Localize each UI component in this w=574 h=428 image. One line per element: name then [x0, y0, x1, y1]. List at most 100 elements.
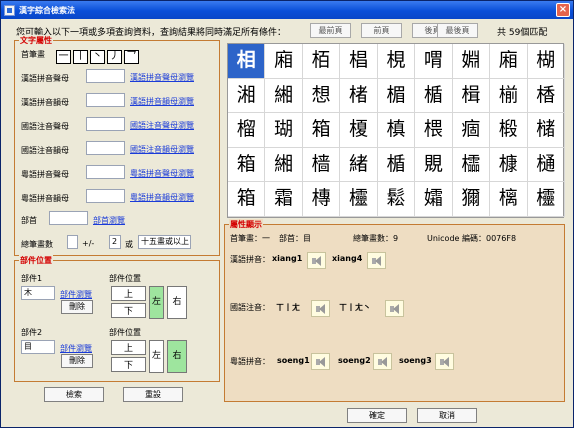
cancel-button[interactable]: 取消 [417, 408, 477, 423]
result-character-cell[interactable]: 孀 [415, 182, 453, 217]
component2-delete-button[interactable]: 刪除 [61, 354, 93, 368]
component1-bottom-button[interactable]: 下 [111, 303, 146, 318]
result-character-cell[interactable]: 婣 [452, 44, 491, 79]
cantonese-final-input[interactable] [86, 189, 125, 203]
result-character-cell[interactable]: 瑚 [265, 113, 303, 148]
result-character-cell[interactable]: 霜 [265, 182, 303, 217]
radical-browse-link[interactable]: 部首瀏覽 [93, 215, 125, 226]
result-character-cell[interactable]: 樆 [490, 182, 528, 217]
result-character-cell[interactable]: 梘 [377, 44, 416, 79]
first-page-button[interactable]: 最前頁 [310, 23, 351, 38]
component1-input[interactable]: 木 [21, 286, 55, 300]
component2-bottom-button[interactable]: 下 [111, 357, 146, 372]
result-character-cell[interactable]: 樯 [302, 147, 341, 183]
result-character-cell[interactable]: 楿 [527, 78, 565, 114]
result-character-cell[interactable]: 槺 [490, 147, 528, 183]
jyutping-2: soeng2 [338, 356, 371, 365]
result-character-cell[interactable]: 箱 [302, 113, 341, 148]
stroke-range-input[interactable]: 2 [109, 235, 121, 249]
result-character-cell[interactable]: 痼 [452, 113, 491, 148]
speaker-icon[interactable] [307, 252, 326, 269]
result-character-cell[interactable]: 喟 [415, 44, 453, 79]
result-character-cell[interactable]: 樋 [527, 147, 565, 183]
close-icon[interactable]: × [556, 3, 570, 17]
or-label: 或 [125, 240, 133, 249]
last-page-button[interactable]: 最後頁 [437, 23, 478, 38]
component1-top-button[interactable]: 上 [111, 286, 146, 301]
result-character-cell[interactable]: 楯 [415, 78, 453, 114]
result-character-cell[interactable]: 楯 [377, 147, 416, 183]
result-character-cell[interactable]: 獮 [452, 182, 491, 217]
stroke-dot-button[interactable]: 丶 [90, 50, 105, 64]
speaker-icon[interactable] [435, 353, 454, 370]
cantonese-initial-browse-link[interactable]: 粵語拼音聲母瀏覽 [130, 168, 194, 179]
fifteen-or-more-input[interactable]: 十五畫或以上 [138, 235, 191, 249]
result-character-cell[interactable]: 箱 [228, 147, 266, 183]
stroke-vertical-button[interactable]: 丨 [73, 50, 88, 64]
hanyu-initial-browse-link[interactable]: 漢語拼音聲母瀏覽 [130, 72, 194, 83]
result-character-cell[interactable]: 楜 [527, 44, 565, 79]
total-strokes-label: 總筆畫數 [21, 240, 53, 249]
result-character-cell[interactable]: 楫 [452, 78, 491, 114]
result-character-cell[interactable]: 榴 [228, 113, 266, 148]
ok-button[interactable]: 確定 [347, 408, 407, 423]
result-character-cell[interactable]: 椴 [490, 113, 528, 148]
stroke-turning-button[interactable]: 乛 [124, 50, 139, 64]
hanyu-final-input[interactable] [86, 93, 125, 107]
position1-label: 部件位置 [109, 274, 141, 283]
result-character-cell[interactable]: 湘 [228, 78, 266, 114]
component2-top-button[interactable]: 上 [111, 340, 146, 355]
result-character-cell[interactable]: 覞 [415, 147, 453, 183]
previous-page-button[interactable]: 前頁 [361, 23, 402, 38]
result-character-cell[interactable]: 欞 [527, 182, 565, 217]
result-character-cell[interactable]: 櫺 [452, 147, 491, 183]
component2-left-button[interactable]: 左 [149, 340, 164, 373]
total-strokes-input[interactable] [67, 235, 78, 249]
speaker-icon[interactable] [385, 300, 404, 317]
component1-left-button[interactable]: 左 [149, 286, 164, 319]
bopomofo-final-browse-link[interactable]: 國語注音韻母瀏覽 [130, 144, 194, 155]
cantonese-initial-input[interactable] [86, 165, 125, 179]
result-character-cell[interactable]: 想 [302, 78, 341, 114]
radical-input[interactable] [49, 211, 88, 225]
bopomofo-initial-input[interactable] [86, 117, 125, 131]
component2-right-button[interactable]: 右 [167, 340, 187, 373]
result-character-cell[interactable]: 楣 [377, 78, 416, 114]
component2-browse-link[interactable]: 部件瀏覽 [60, 343, 92, 354]
bopomofo-initial-browse-link[interactable]: 國語注音聲母瀏覽 [130, 120, 194, 131]
result-character-cell[interactable]: 廂 [490, 44, 528, 79]
component1-browse-link[interactable]: 部件瀏覽 [60, 289, 92, 300]
search-button[interactable]: 檢索 [44, 387, 104, 402]
component2-input[interactable]: 目 [21, 340, 55, 354]
bopomofo-final-input[interactable] [86, 141, 125, 155]
component1-delete-button[interactable]: 刪除 [61, 300, 93, 314]
stroke-horizontal-button[interactable]: 一 [56, 50, 71, 64]
result-character-cell[interactable]: 緒 [340, 147, 378, 183]
hanyu-final-browse-link[interactable]: 漢語拼音韻母瀏覽 [130, 96, 194, 107]
component1-right-button[interactable]: 右 [167, 286, 187, 319]
result-character-cell[interactable]: 緗 [265, 78, 303, 114]
result-character-cell[interactable]: 廂 [265, 44, 303, 79]
speaker-icon[interactable] [367, 252, 386, 269]
reset-button[interactable]: 重設 [123, 387, 183, 402]
result-character-cell[interactable]: 榎 [340, 113, 378, 148]
result-character-cell[interactable]: 椙 [340, 44, 378, 79]
result-character-cell[interactable]: 相 [228, 44, 266, 79]
result-character-cell[interactable]: 箱 [228, 182, 266, 217]
result-character-cell[interactable]: 槙 [377, 113, 416, 148]
result-character-cell[interactable]: 楮 [340, 78, 378, 114]
cantonese-final-browse-link[interactable]: 粵語拼音韻母瀏覽 [130, 192, 194, 203]
hanyu-initial-input[interactable] [86, 69, 125, 83]
result-character-cell[interactable]: 槠 [527, 113, 565, 148]
speaker-icon[interactable] [373, 353, 392, 370]
speaker-icon[interactable] [311, 353, 330, 370]
result-character-cell[interactable]: 椾 [490, 78, 528, 114]
result-character-cell[interactable]: 槫 [302, 182, 341, 217]
result-character-cell[interactable]: 欞 [340, 182, 378, 217]
result-character-cell[interactable]: 椳 [415, 113, 453, 148]
result-character-cell[interactable]: 緗 [265, 147, 303, 183]
result-character-cell[interactable]: 栢 [302, 44, 341, 79]
stroke-left-falling-button[interactable]: 丿 [107, 50, 122, 64]
result-character-cell[interactable]: 鬆 [377, 182, 416, 217]
speaker-icon[interactable] [311, 300, 330, 317]
